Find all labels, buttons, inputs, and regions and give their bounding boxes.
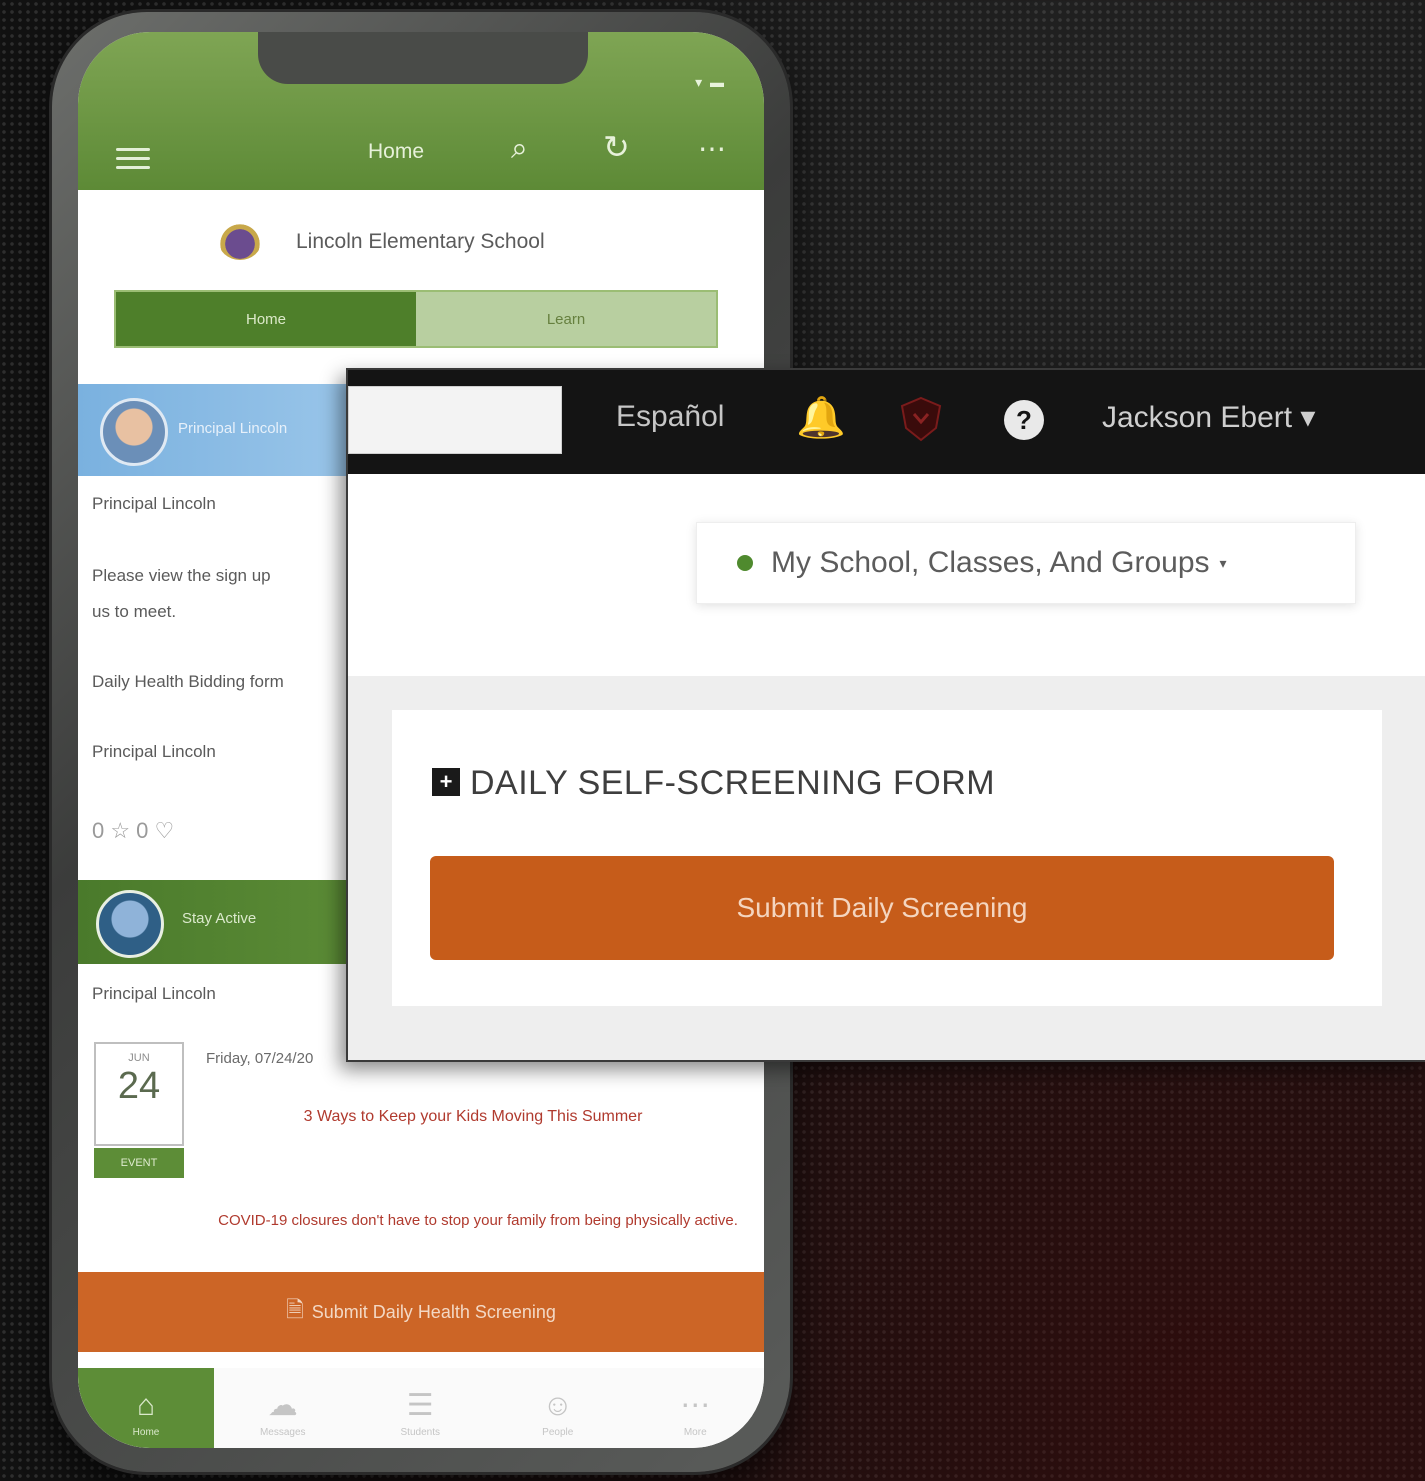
refresh-icon[interactable]: ↻ (603, 128, 630, 166)
status-bar: ▾ ▬ (695, 74, 726, 90)
nav-item-more[interactable]: ⋯ More (627, 1368, 765, 1448)
tab-learn[interactable]: Learn (416, 292, 716, 346)
nav-label: More (683, 1427, 707, 1438)
status-dot-icon (737, 555, 753, 571)
nav-label: Messages (259, 1427, 306, 1438)
post-text-line: Please view the sign up (92, 566, 271, 585)
help-icon[interactable]: ? (1004, 400, 1044, 440)
nav-item-people[interactable]: ☺ People (489, 1368, 627, 1448)
post-header[interactable]: Stay Active (78, 880, 378, 964)
calendar-badge: EVENT (94, 1148, 184, 1178)
post-author: Principal Lincoln (178, 420, 288, 437)
post-reactions[interactable]: 0 ☆ 0 ♡ (92, 818, 174, 844)
calendar-day: 24 (117, 1065, 161, 1107)
event-calendar-icon: JUN 24 EVENT (94, 1042, 184, 1178)
scope-dropdown[interactable]: My School, Classes, And Groups ▾ (696, 522, 1356, 604)
home-icon: ⌂ (136, 1388, 156, 1422)
content-area: + DAILY SELF-SCREENING FORM Submit Daily… (348, 676, 1425, 1060)
phone-notch (258, 32, 588, 84)
bottom-nav: ⌂ Home ☁ Messages ☰ Students ☺ People ⋯ … (78, 1368, 764, 1448)
hamburger-menu-icon[interactable] (116, 142, 150, 175)
avatar (100, 398, 168, 466)
post-subauthor: Principal Lincoln (92, 494, 216, 513)
submit-health-screening-button[interactable]: 🗎 Submit Daily Health Screening (78, 1272, 764, 1352)
school-shield-icon[interactable] (896, 394, 946, 444)
school-name: Lincoln Elementary School (296, 230, 545, 253)
nav-item-home[interactable]: ⌂ Home (78, 1368, 214, 1448)
event-date: Friday, 07/24/20 (206, 1050, 314, 1067)
form-title: DAILY SELF-SCREENING FORM (470, 764, 996, 802)
plus-square-icon: + (432, 768, 460, 796)
avatar (96, 890, 164, 958)
screening-card: + DAILY SELF-SCREENING FORM Submit Daily… (392, 710, 1382, 1006)
submit-daily-screening-button[interactable]: Submit Daily Screening (430, 856, 1334, 960)
school-logo-icon (218, 220, 262, 260)
bell-icon[interactable]: 🔔 (796, 394, 846, 441)
scope-dropdown-label: My School, Classes, And Groups (771, 546, 1210, 579)
post-header[interactable]: Principal Lincoln (78, 384, 378, 476)
more-icon[interactable]: ⋯ (698, 132, 726, 165)
post-link[interactable]: Daily Health Bidding form (92, 672, 284, 692)
phone-header-title: Home (368, 140, 425, 163)
document-icon: 🗎 (286, 1297, 304, 1322)
messages-icon: ☁ (267, 1389, 298, 1422)
post-signature: Principal Lincoln (92, 742, 216, 761)
web-dashboard-panel: Español 🔔 ? Jackson Ebert ▾ My School, C… (346, 368, 1425, 1062)
event-title[interactable]: 3 Ways to Keep your Kids Moving This Sum… (238, 1100, 708, 1133)
language-link[interactable]: Español (616, 400, 724, 434)
students-icon: ☰ (406, 1389, 434, 1422)
nav-item-students[interactable]: ☰ Students (352, 1368, 490, 1448)
tab-home[interactable]: Home (116, 292, 416, 346)
calendar-month: JUN (128, 1052, 150, 1064)
post-subauthor: Principal Lincoln (92, 984, 216, 1003)
nav-label: Students (400, 1427, 440, 1438)
user-menu[interactable]: Jackson Ebert ▾ (1102, 400, 1316, 435)
top-nav-bar: Español 🔔 ? Jackson Ebert ▾ (348, 370, 1425, 474)
search-input[interactable] (348, 386, 562, 454)
event-body: COVID-19 closures don't have to stop you… (218, 1212, 738, 1229)
nav-item-messages[interactable]: ☁ Messages (214, 1368, 352, 1448)
caret-down-icon: ▾ (1219, 554, 1227, 571)
people-icon: ☺ (542, 1388, 574, 1422)
more-icon: ⋯ (680, 1389, 711, 1422)
search-icon[interactable]: ⌕ (511, 132, 528, 166)
post-author: Stay Active (182, 910, 257, 927)
post-text-line: us to meet. (92, 602, 177, 621)
submit-health-screening-label: Submit Daily Health Screening (311, 1301, 556, 1322)
phone-tabs: Home Learn (114, 290, 718, 348)
nav-label: Home (132, 1426, 160, 1438)
nav-label: People (542, 1426, 574, 1438)
